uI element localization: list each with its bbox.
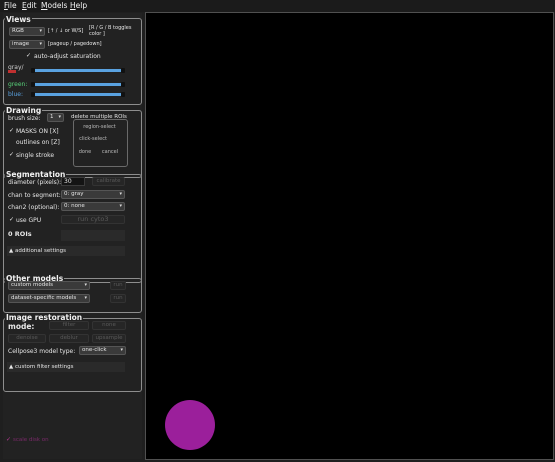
use-gpu-label: use GPU [16, 217, 42, 224]
auto-adjust-checkbox[interactable]: ✓ [26, 53, 32, 59]
chan-segment-label: chan to segment: [8, 192, 61, 199]
dataset-models-run-button[interactable]: run [110, 294, 126, 303]
outlines-on-checkbox[interactable] [9, 139, 15, 145]
run-cyto3-button[interactable]: run cyto3 [61, 215, 125, 224]
diameter-label: diameter (pixels): [8, 179, 62, 186]
menu-models[interactable]: Models [41, 1, 67, 10]
none-button[interactable]: none [92, 321, 126, 330]
model-type-label: Cellpose3 model type: [8, 348, 76, 355]
chan2-select[interactable]: 0: none ▾ [61, 202, 125, 211]
outlines-on-label: outlines on [Z] [16, 139, 60, 146]
menu-file[interactable]: File [4, 1, 17, 10]
deblur-button[interactable]: deblur [49, 334, 89, 343]
roi-count: 0 ROIs [8, 230, 32, 238]
green-slider-min-handle[interactable] [31, 82, 35, 87]
chan2-value: 0: none [64, 203, 85, 209]
view-hint: [pageup / pagedown] [48, 41, 102, 47]
color-hint: [↑ / ↓ or W/S] [48, 28, 84, 34]
chevron-down-icon: ▾ [39, 28, 42, 34]
model-type-select[interactable]: one-click ▾ [79, 346, 126, 355]
menu-bar: File Edit Models Help [0, 0, 555, 12]
cancel-button[interactable]: cancel [98, 149, 122, 155]
views-title: Views [5, 15, 32, 24]
blue-slider[interactable] [31, 93, 125, 96]
brush-size-value: 1 [50, 114, 54, 120]
chevron-down-icon: ▾ [58, 114, 61, 120]
diameter-input[interactable]: 30 [61, 177, 85, 186]
chevron-down-icon: ▾ [119, 191, 122, 197]
single-stroke-label: single stroke [16, 152, 55, 159]
green-slider-max-handle[interactable] [121, 82, 125, 87]
filter-button[interactable]: filter [49, 321, 89, 330]
done-button[interactable]: done [77, 149, 93, 155]
blue-slider-max-handle[interactable] [121, 92, 125, 97]
green-slider[interactable] [31, 83, 125, 86]
click-select-button[interactable]: click-select [73, 136, 113, 142]
additional-settings-toggle[interactable]: ▲ additional settings [9, 248, 66, 254]
gray-slider-max-handle[interactable] [121, 68, 125, 73]
menu-help[interactable]: Help [70, 1, 87, 10]
menu-edit[interactable]: Edit [22, 1, 37, 10]
brush-size-label: brush size: [8, 115, 41, 122]
viewer-canvas [165, 400, 215, 450]
color-toggle-hint: [R / G / B toggles color ] [89, 25, 132, 37]
dataset-models-value: dataset-specific models [11, 295, 77, 301]
chan-segment-value: 0: gray [64, 191, 84, 197]
chevron-down-icon: ▾ [84, 295, 87, 301]
region-select-button[interactable]: region-select [75, 124, 124, 130]
green-label: green: [8, 81, 28, 88]
chevron-down-icon: ▾ [84, 282, 87, 288]
gray-slider-min-handle[interactable] [31, 68, 35, 73]
chevron-down-icon: ▾ [120, 347, 123, 353]
model-type-value: one-click [82, 347, 107, 353]
custom-models-select[interactable]: custom models ▾ [8, 281, 90, 290]
chan-segment-select[interactable]: 0: gray ▾ [61, 190, 125, 199]
scale-disk [165, 400, 215, 450]
masks-on-label: MASKS ON [X] [16, 128, 59, 135]
control-panel: Views RGB ▾ [↑ / ↓ or W/S] [R / G / B to… [3, 13, 142, 459]
color-view-value: RGB [12, 28, 24, 34]
diameter-value: 30 [64, 178, 72, 185]
auto-adjust-label: auto-adjust saturation [34, 53, 101, 60]
segmentation-title: Segmentation [5, 170, 67, 179]
color-view-select[interactable]: RGB ▾ [9, 27, 45, 36]
calibrate-button[interactable]: calibrate [92, 177, 125, 186]
view-value: image [12, 41, 30, 47]
gray-slider[interactable] [31, 69, 125, 72]
image-viewer[interactable] [145, 12, 554, 460]
use-gpu-checkbox[interactable]: ✓ [9, 217, 15, 223]
blue-label: blue: [8, 91, 23, 98]
single-stroke-checkbox[interactable]: ✓ [9, 152, 15, 158]
blue-slider-min-handle[interactable] [31, 92, 35, 97]
custom-filter-toggle[interactable]: ▲ custom filter settings [9, 364, 73, 370]
dataset-models-select[interactable]: dataset-specific models ▾ [8, 294, 90, 303]
red-swatch [8, 70, 16, 73]
upsample-button[interactable]: upsample [92, 334, 126, 343]
chevron-down-icon: ▾ [39, 41, 42, 47]
drawing-title: Drawing [5, 106, 43, 115]
progress-bar [61, 230, 125, 241]
masks-on-checkbox[interactable]: ✓ [9, 128, 15, 134]
view-select[interactable]: image ▾ [9, 40, 45, 49]
mode-label: mode: [8, 322, 35, 331]
denoise-button[interactable]: denoise [8, 334, 46, 343]
chan2-label: chan2 (optional): [8, 204, 60, 211]
custom-models-run-button[interactable]: run [110, 281, 126, 290]
scale-disk-checkbox[interactable]: ✓ [6, 437, 12, 443]
scale-disk-label: scale disk on [13, 437, 49, 443]
chevron-down-icon: ▾ [119, 203, 122, 209]
brush-size-select[interactable]: 1 ▾ [47, 113, 64, 122]
custom-models-value: custom models [11, 282, 53, 288]
